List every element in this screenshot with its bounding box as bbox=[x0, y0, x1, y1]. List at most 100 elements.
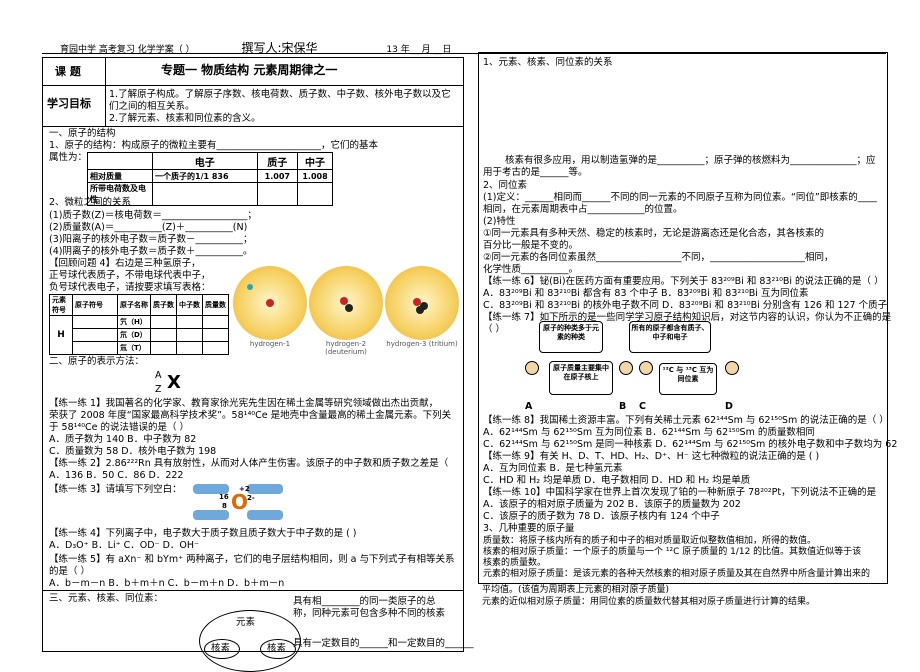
exercise-line: A．62¹⁴⁴Sm 与 62¹⁵⁰Sm 互为同位素 B．62¹⁴⁴Sm 与 62… bbox=[483, 427, 815, 438]
blank-box bbox=[193, 510, 229, 520]
student-icon bbox=[619, 361, 633, 375]
node-label: 核素 bbox=[267, 643, 287, 654]
table-header: 中子 bbox=[297, 152, 333, 170]
diagram-note: 称，同种元素可包含多种不同的核素 bbox=[293, 608, 446, 619]
text-line: 平均值。(该值为周期表上元素的相对原子质量) bbox=[482, 585, 670, 595]
exercise-line: A．互为同位素 B．是七种氢元素 bbox=[483, 463, 623, 474]
blank-box bbox=[247, 484, 283, 494]
text-line: 1、原子的结构：构成原子的微粒主要有______________________… bbox=[49, 140, 379, 151]
goal-line: 1.了解原子构成。了解原子序数、核电荷数、质子数、中子数、核外电子数以及它 bbox=[109, 89, 451, 100]
exercise-line: A．质子数为 140 B．中子数为 82 bbox=[49, 434, 197, 445]
exercise-line: 【练一练 8】我国稀土资源丰富。下列有关稀土元素 62¹⁴⁴Sm 与 62¹⁵⁰… bbox=[483, 415, 889, 426]
speech-bubble: 所有的原子都含有质子、中子和电子 bbox=[629, 321, 711, 353]
table-header: 电子 bbox=[152, 152, 258, 170]
exercise-line: （ ） bbox=[483, 324, 506, 335]
table-cell: 一个质子的1/1 836 bbox=[152, 169, 258, 183]
nuclide-node: 核素 bbox=[260, 639, 296, 659]
blank-box bbox=[247, 510, 283, 520]
divider bbox=[105, 58, 106, 126]
table-header bbox=[87, 152, 153, 170]
exercise-line: 【练一练 2】2.86²²²Rn 具有放射性，从而对人体产生伤害。该原子的中子数… bbox=[49, 458, 449, 469]
exercise-line: A．83²⁰⁹Bi 和 83²¹⁰Bi 都含有 83 个中子 B．83²⁰⁹Bi… bbox=[483, 288, 809, 299]
relation-line: (4)阴离子的核外电子数＝质子数＋__________。 bbox=[49, 246, 253, 257]
left-page: 课 题 专题一 物质结构 元素周期律之一 学习目标 1.了解原子构成。了解原子序… bbox=[42, 57, 474, 672]
atomic-number-label: 8 bbox=[222, 502, 227, 510]
hydrogen-table: 元素符号 原子符号 原子名称 质子数 中子数 质量数 H 氕（H） 氘（D） 氚（… bbox=[49, 294, 229, 355]
text-line: 相同，在元素周期表中占____________的位置。 bbox=[483, 204, 683, 215]
valence-label: +2 bbox=[239, 485, 250, 493]
table-cell bbox=[256, 182, 299, 206]
section-heading: 2、微粒之间的关系 bbox=[49, 197, 132, 208]
goal-line: 2.了解元素、核素和同位素的含义。 bbox=[109, 113, 261, 124]
nuclide-symbol: A Z X bbox=[153, 370, 223, 400]
table-header: 元素符号 bbox=[49, 294, 73, 316]
table-cell: 氚（T） bbox=[117, 341, 151, 355]
atomic-number-label: Z bbox=[155, 384, 162, 395]
exercise-line: 【练一练 10】中国科学家在世界上首次发现了铂的一种新原子 78²⁰²Pt，下列… bbox=[483, 487, 877, 498]
exercise-line: 【练一练 9】有关 H、D、T、HD、H₂、D⁺、H⁻ 这七种微粒的说法正确的是… bbox=[483, 451, 820, 462]
table-cell bbox=[152, 182, 258, 206]
divider bbox=[43, 590, 463, 591]
orb-caption: hydrogen-3 (tritium) bbox=[386, 340, 458, 348]
table-cell bbox=[72, 341, 118, 355]
relation-line: (3)阳离子的核外电子数＝质子数－__________； bbox=[49, 234, 253, 245]
table-cell bbox=[72, 315, 118, 329]
text-line: 负号球代表电子，请按要求填写表格： bbox=[49, 282, 211, 293]
text-line: (2)特性 bbox=[483, 216, 516, 227]
student-icon bbox=[525, 361, 539, 375]
table-cell: 氕（H） bbox=[117, 315, 151, 329]
oxygen-ion-figure: O 16 8 +2 2- bbox=[193, 480, 283, 524]
text-line: 属性为： bbox=[49, 152, 88, 163]
option-label: A bbox=[525, 401, 533, 412]
hydrogen-1-image bbox=[233, 266, 307, 340]
exercise-line: C．HD 和 H₂ 均是单质 D．电子数相同 D．HD 和 H₂ 均是单质 bbox=[483, 475, 751, 486]
section-heading: 一、原子的结构 bbox=[49, 128, 116, 139]
table-cell bbox=[150, 341, 177, 355]
node-label: 核素 bbox=[211, 643, 231, 654]
relation-line: (1)质子数(Z)＝核电荷数＝__________________； bbox=[49, 210, 257, 221]
relation-line: (2)质量数(A)＝__________(Z)＋__________(N) bbox=[49, 222, 248, 233]
text-line: 元素的相对原子质量：是该元素的各种天然核素的相对原子质量及其在自然界中所含量计算… bbox=[483, 569, 871, 579]
charge-label: 2- bbox=[247, 494, 255, 502]
table-cell bbox=[202, 315, 229, 329]
table-header: 原子名称 bbox=[117, 294, 151, 316]
nuclide-node: 核素 bbox=[204, 639, 240, 659]
text-line: ①同一元素具有多种天然、稳定的核素时，无论是游离态还是化合态，其各核素的 bbox=[483, 228, 825, 239]
electron-icon bbox=[247, 284, 253, 290]
exercise-line: A．b－m－n B．b＋m＋n C．b－m＋n D．b＋m－n bbox=[49, 578, 285, 589]
table-cell bbox=[72, 328, 118, 342]
text-line: (1)定义：______相同而______不同的同一元素的不同原子互称为同位素。… bbox=[483, 192, 877, 203]
table-cell bbox=[202, 328, 229, 342]
hydrogen-3-image bbox=[385, 266, 459, 340]
text-line: 【回顾问题 4】右边是三种氢原子， bbox=[49, 258, 201, 269]
table-cell: 1.007 bbox=[256, 169, 299, 183]
speech-bubble: 原子的种类多于元素的种类 bbox=[539, 321, 603, 353]
table-cell bbox=[176, 328, 203, 342]
exercise-line: A．136 B．50 C．86 D．222 bbox=[49, 470, 184, 481]
table-cell bbox=[150, 315, 177, 329]
text-line: 化学性质__________。 bbox=[483, 264, 579, 275]
mass-number-label: A bbox=[155, 370, 162, 381]
text-line: 核素有很多应用，用以制造氢弹的是__________；原子弹的核燃料为_____… bbox=[505, 155, 876, 166]
course-label: 课 题 bbox=[55, 65, 81, 78]
exercise-line: 【练一练 4】下列离子中，电子数大于质子数且质子数大于中子数的是 ( ) bbox=[49, 528, 357, 539]
option-label: D bbox=[725, 401, 733, 412]
goals-label: 学习目标 bbox=[47, 97, 91, 110]
orb-caption: hydrogen-2 (deuterium) bbox=[325, 340, 367, 356]
mass-number-label: 16 bbox=[219, 493, 229, 501]
section-heading: 2、同位素 bbox=[483, 180, 528, 191]
element-symbol: X bbox=[167, 372, 181, 393]
exercise-line: A．D₃O⁺ B．Li⁺ C．OD⁻ D．OH⁻ bbox=[49, 540, 200, 551]
diagram-note: 具有一定数目的______和一定数目的______ bbox=[293, 638, 474, 649]
student-icon bbox=[639, 361, 653, 375]
diagram-note: 具有相________的同一类原子的总 bbox=[293, 596, 436, 607]
right-page: 1、元素、核素、同位素的关系 核素有很多应用，用以制造氢弹的是_________… bbox=[478, 52, 897, 584]
table-cell: 相对质量 bbox=[87, 169, 153, 183]
element-diagram: 元素 核素 核素 bbox=[199, 610, 301, 672]
exercise-line: 【练一练 1】我国著名的化学家、教育家徐光宪先生因在稀土金属等研究领域做出杰出贡… bbox=[49, 398, 439, 409]
exercise-line: 【练一练 3】请填写下列空白： bbox=[49, 484, 182, 495]
exercise-line: C．质量数为 58 D．核外电子数为 198 bbox=[49, 446, 217, 457]
section-heading: 3、几种重要的原子量 bbox=[483, 523, 575, 534]
neutron-icon bbox=[345, 304, 353, 312]
speech-bubble: ¹²C 与 ¹³C 互为同位素 bbox=[659, 363, 717, 395]
